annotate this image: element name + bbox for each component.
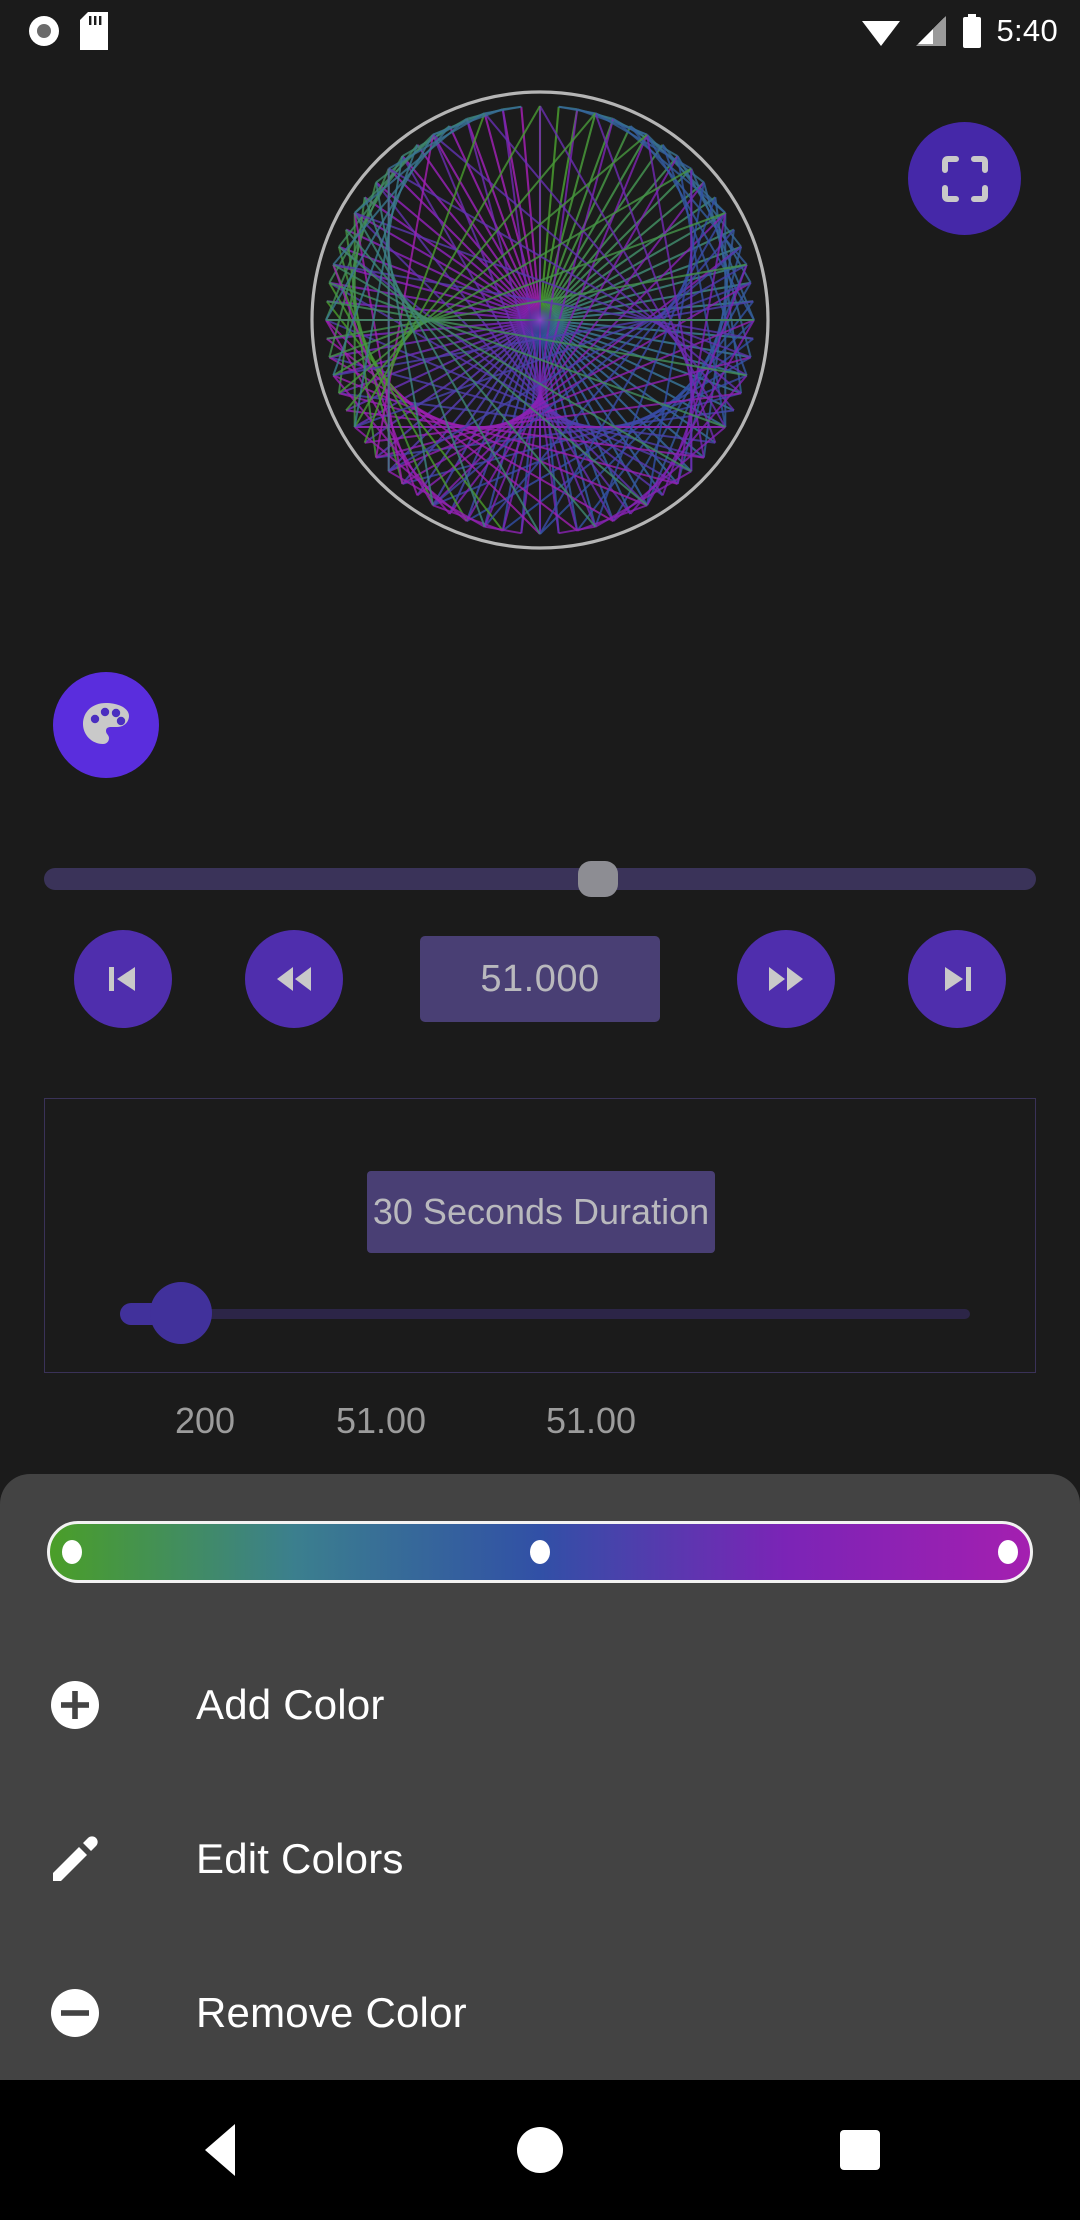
- fullscreen-icon: [941, 155, 988, 202]
- edit-colors-label: Edit Colors: [196, 1835, 404, 1882]
- skip-next-icon: [945, 967, 971, 991]
- android-nav-bar: [0, 2080, 1080, 2220]
- duration-slider-track[interactable]: [120, 1309, 970, 1319]
- pencil-icon: [44, 1828, 106, 1890]
- nav-recents-button[interactable]: [770, 2080, 950, 2220]
- fullscreen-button[interactable]: [908, 122, 1021, 235]
- seek-thumb[interactable]: [578, 861, 618, 897]
- status-bar-right-icons: 5:40: [862, 0, 1058, 62]
- add-color-item[interactable]: Add Color: [0, 1650, 1080, 1760]
- transport-controls: 51.000: [0, 930, 1080, 1040]
- record-icon: [29, 16, 59, 46]
- skip-previous-icon: [109, 967, 135, 991]
- seek-track[interactable]: [44, 868, 1036, 890]
- status-bar-left-icons: [26, 0, 108, 62]
- color-gradient-bar[interactable]: [47, 1521, 1033, 1583]
- remove-color-item[interactable]: Remove Color: [0, 1958, 1080, 2068]
- add-color-label: Add Color: [196, 1681, 385, 1728]
- fast-forward-icon: [769, 967, 803, 991]
- remove-circle-icon: [44, 1982, 106, 2044]
- value-points[interactable]: 200: [135, 1390, 275, 1452]
- gradient-handle-2[interactable]: [998, 1540, 1019, 1564]
- fast-forward-button[interactable]: [737, 930, 835, 1028]
- status-bar-clock: 5:40: [996, 13, 1058, 48]
- gradient-handle-0[interactable]: [61, 1540, 82, 1564]
- duration-slider[interactable]: [120, 1282, 970, 1344]
- nav-home-button[interactable]: [450, 2080, 630, 2220]
- playback-seek-bar[interactable]: [0, 848, 1080, 910]
- duration-panel: 30 Seconds Duration: [44, 1098, 1036, 1373]
- parameter-value-row: 200 51.00 51.00: [0, 1390, 1080, 1452]
- value-a[interactable]: 51.00: [310, 1390, 452, 1452]
- gradient-handle-1[interactable]: [530, 1540, 550, 1564]
- recents-square-icon: [840, 2130, 880, 2170]
- battery-icon: [963, 14, 982, 48]
- skip-next-button[interactable]: [908, 930, 1006, 1028]
- edit-colors-item[interactable]: Edit Colors: [0, 1804, 1080, 1914]
- palette-button[interactable]: [53, 672, 159, 778]
- value-b[interactable]: 51.00: [520, 1390, 662, 1452]
- color-bottom-sheet: Add Color Edit Colors Remove Color: [0, 1474, 1080, 2080]
- nav-back-button[interactable]: [130, 2080, 310, 2220]
- status-bar: 5:40: [0, 0, 1080, 62]
- transport-value-field[interactable]: 51.000: [420, 936, 660, 1022]
- rewind-icon: [277, 967, 311, 991]
- palette-icon: [83, 703, 129, 744]
- signal-icon: [916, 16, 947, 46]
- remove-color-label: Remove Color: [196, 1989, 467, 2036]
- duration-button[interactable]: 30 Seconds Duration: [367, 1171, 715, 1253]
- sd-card-icon: [80, 12, 108, 50]
- app-root: 5:40 51.000 30 Seconds Duration 200 51.0…: [0, 0, 1080, 2220]
- skip-previous-button[interactable]: [74, 930, 172, 1028]
- rewind-button[interactable]: [245, 930, 343, 1028]
- add-circle-icon: [44, 1674, 106, 1736]
- back-triangle-icon: [205, 2124, 235, 2176]
- home-circle-icon: [517, 2127, 563, 2173]
- duration-slider-thumb[interactable]: [150, 1282, 212, 1344]
- wifi-icon: [862, 21, 901, 46]
